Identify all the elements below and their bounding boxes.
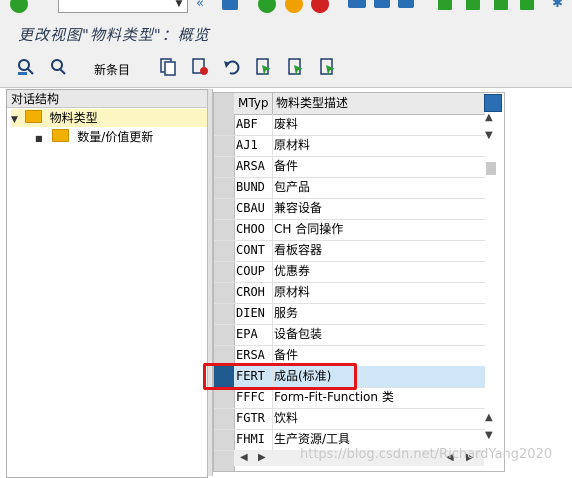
scroll-up-icon[interactable]: ▲ xyxy=(485,412,493,423)
first-page-icon[interactable] xyxy=(438,0,452,10)
tree-header: 对话结构 xyxy=(7,90,207,108)
table-row[interactable]: AJ1 原材料 xyxy=(214,135,485,157)
highlight-annotation xyxy=(203,363,357,390)
back-icon[interactable] xyxy=(258,0,276,13)
exit-icon[interactable] xyxy=(285,0,303,13)
expand-chevron-icon[interactable]: ▼ xyxy=(11,115,18,125)
watermark: https://blog.csdn.net/RichardYang2020 xyxy=(300,447,553,462)
description-cell[interactable]: 设备包装 xyxy=(274,324,322,345)
scroll-down-icon[interactable]: ▼ xyxy=(485,430,493,441)
undo-icon[interactable] xyxy=(222,57,242,77)
scroll-down-icon[interactable]: ▼ xyxy=(485,130,493,141)
mtyp-cell: FHMI xyxy=(236,429,273,450)
description-cell[interactable]: 备件 xyxy=(274,156,298,177)
find-icon[interactable] xyxy=(374,0,390,8)
find-icon[interactable] xyxy=(48,57,68,77)
table-header: MTyp 物料类型描述 xyxy=(234,93,485,115)
mtyp-cell: CROH xyxy=(236,282,273,303)
mtyp-cell: CONT xyxy=(236,240,273,261)
description-cell[interactable]: 优惠券 xyxy=(274,261,310,282)
table-row[interactable]: CONT 看板容器 xyxy=(214,240,485,262)
bullet-icon: ■ xyxy=(35,134,43,143)
description-cell[interactable]: Form-Fit-Function 类 xyxy=(274,387,394,408)
last-page-icon[interactable] xyxy=(520,0,534,10)
table-row[interactable]: ARSA 备件 xyxy=(214,156,485,178)
description-cell[interactable]: 看板容器 xyxy=(274,240,322,261)
double-chevron-left-icon[interactable]: « xyxy=(196,0,204,11)
table-row[interactable]: ABF 废料 xyxy=(214,114,485,136)
scroll-thumb[interactable] xyxy=(486,162,496,175)
table-row[interactable]: CBAU 兼容设备 xyxy=(214,198,485,220)
table-row[interactable]: FGTR 饮料 xyxy=(214,408,485,430)
system-toolbar: ▼ « ✱ xyxy=(0,0,572,17)
mtyp-cell: DIEN xyxy=(236,303,273,324)
table-row[interactable]: FFFC Form-Fit-Function 类 xyxy=(214,387,485,409)
table-row[interactable]: EPA 设备包装 xyxy=(214,324,485,346)
select-block-icon[interactable] xyxy=(286,57,306,77)
description-cell[interactable]: 包产品 xyxy=(274,177,310,198)
delete-icon[interactable] xyxy=(190,57,210,77)
description-cell[interactable]: 兼容设备 xyxy=(274,198,322,219)
description-cell[interactable]: CH 合同操作 xyxy=(274,219,343,240)
mtyp-cell: EPA xyxy=(236,324,273,345)
application-toolbar: 新条目 xyxy=(0,49,572,88)
column-header-description[interactable]: 物料类型描述 xyxy=(274,93,348,114)
description-cell[interactable]: 原材料 xyxy=(274,282,310,303)
new-entries-button[interactable]: 新条目 xyxy=(94,61,130,78)
material-type-table: MTyp 物料类型描述 ABF 废料 AJ1 原材料 ARSA 备件 BUND 包产品 CBAU… xyxy=(213,92,505,472)
scroll-left-icon[interactable]: ◀ xyxy=(240,452,248,463)
save-icon[interactable] xyxy=(222,0,238,10)
mtyp-cell: CBAU xyxy=(236,198,273,219)
vertical-scrollbar[interactable]: ▲ ▼ ▲ ▼ xyxy=(482,112,502,450)
display-change-icon[interactable] xyxy=(16,57,36,77)
select-all-icon[interactable] xyxy=(254,57,274,77)
page-title: 更改视图"物料类型"：概览 xyxy=(18,26,210,44)
mtyp-cell: FGTR xyxy=(236,408,273,429)
deselect-all-icon[interactable] xyxy=(318,57,338,77)
command-field[interactable] xyxy=(58,0,188,13)
column-header-mtyp[interactable]: MTyp xyxy=(236,93,273,114)
table-row[interactable]: BUND 包产品 xyxy=(214,177,485,199)
scroll-right-icon[interactable]: ▶ xyxy=(258,452,266,463)
tree-item-label: 物料类型 xyxy=(49,111,98,125)
table-row[interactable]: DIEN 服务 xyxy=(214,303,485,325)
star-icon[interactable]: ✱ xyxy=(552,0,563,11)
table-settings-icon[interactable] xyxy=(484,94,502,112)
description-cell[interactable]: 原材料 xyxy=(274,135,310,156)
copy-icon[interactable] xyxy=(158,57,178,77)
folder-icon xyxy=(24,110,42,123)
title-bar: 更改视图"物料类型"：概览 xyxy=(0,17,572,49)
table-row[interactable]: CHOO CH 合同操作 xyxy=(214,219,485,241)
previous-page-icon[interactable] xyxy=(466,0,480,10)
chevron-down-icon[interactable]: ▼ xyxy=(172,0,186,11)
mtyp-cell: ABF xyxy=(236,114,273,135)
description-cell[interactable]: 服务 xyxy=(274,303,298,324)
mtyp-cell: ARSA xyxy=(236,156,273,177)
find-next-icon[interactable] xyxy=(398,0,414,8)
dialog-structure-panel: 对话结构 ▼ 物料类型 ■ 数量/价值更新 xyxy=(6,89,208,478)
mtyp-cell: COUP xyxy=(236,261,273,282)
description-cell[interactable]: 饮料 xyxy=(274,408,298,429)
tree-item-material-type[interactable]: ▼ 物料类型 xyxy=(11,109,207,127)
table-row[interactable]: CROH 原材料 xyxy=(214,282,485,304)
tree-item-label: 数量/价值更新 xyxy=(77,130,154,144)
next-page-icon[interactable] xyxy=(494,0,508,10)
cancel-icon[interactable] xyxy=(311,0,329,13)
description-cell[interactable]: 废料 xyxy=(274,114,298,135)
mtyp-cell: FFFC xyxy=(236,387,273,408)
folder-icon xyxy=(52,129,70,142)
scroll-up-icon[interactable]: ▲ xyxy=(485,112,493,123)
tree-item-quantity-value-update[interactable]: ■ 数量/价值更新 xyxy=(35,128,153,146)
mtyp-cell: BUND xyxy=(236,177,273,198)
enter-icon[interactable] xyxy=(10,0,28,13)
table-row[interactable]: COUP 优惠券 xyxy=(214,261,485,283)
mtyp-cell: CHOO xyxy=(236,219,273,240)
print-icon[interactable] xyxy=(348,0,366,8)
mtyp-cell: AJ1 xyxy=(236,135,273,156)
